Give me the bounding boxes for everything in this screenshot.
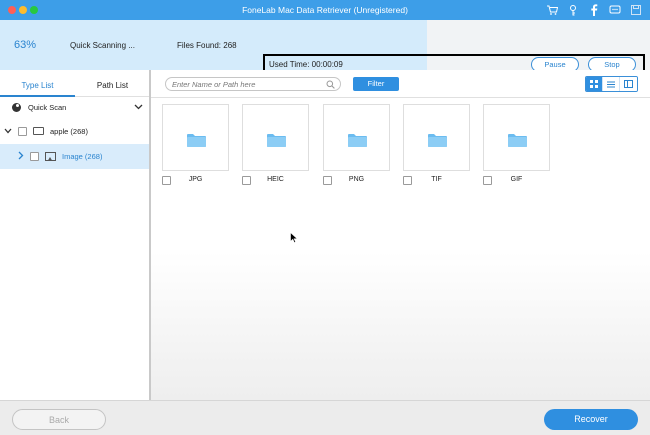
- folder-card-tif[interactable]: [403, 104, 470, 171]
- folder-card-heic[interactable]: [242, 104, 309, 171]
- image-checkbox[interactable]: [30, 152, 39, 161]
- folder-label-row: TIF: [403, 175, 470, 187]
- quick-scan-row[interactable]: Quick Scan: [0, 95, 149, 119]
- tab-path-list[interactable]: Path List: [75, 70, 150, 97]
- tab-type-list[interactable]: Type List: [0, 70, 75, 97]
- key-icon[interactable]: [567, 3, 579, 16]
- folder-label-row: GIF: [483, 175, 550, 187]
- list-view-icon[interactable]: [603, 77, 620, 91]
- scan-disc-icon: [12, 102, 21, 112]
- folder-card-gif[interactable]: [483, 104, 550, 171]
- tree-item-image[interactable]: Image (268): [0, 144, 149, 169]
- tree-item-label: apple (268): [50, 126, 88, 136]
- view-switcher: [585, 76, 638, 92]
- grid-view-icon[interactable]: [586, 77, 603, 91]
- folder-icon: [428, 134, 447, 147]
- folder-card-jpg[interactable]: [162, 104, 229, 171]
- folder-label: JPG: [188, 176, 203, 183]
- search-icon[interactable]: [326, 80, 335, 89]
- save-icon[interactable]: [630, 3, 642, 16]
- folder-icon: [508, 134, 527, 147]
- folder-icon: [187, 134, 206, 147]
- files-found-count: Files Found: 268: [177, 41, 237, 50]
- facebook-icon[interactable]: [588, 3, 600, 16]
- chat-icon[interactable]: [609, 3, 621, 16]
- recover-button[interactable]: Recover: [544, 409, 638, 430]
- sidebar-tabs: Type List Path List: [0, 70, 149, 97]
- folder-label: TIF: [431, 176, 442, 183]
- folder-card-png[interactable]: [323, 104, 390, 171]
- sidebar: Type List Path List Quick Scan apple (26…: [0, 70, 151, 400]
- drive-icon: [33, 127, 44, 135]
- mouse-cursor-icon: [290, 232, 298, 243]
- scan-status: Quick Scanning ...: [70, 41, 135, 50]
- folder-label: HEIC: [267, 176, 284, 183]
- image-icon: [45, 152, 56, 161]
- tree-item-label: Image (268): [62, 152, 103, 161]
- cart-icon[interactable]: [546, 3, 558, 16]
- folder-label-row: JPG: [162, 175, 229, 187]
- search-box: [165, 77, 341, 91]
- chevron-down-icon[interactable]: [4, 127, 12, 136]
- filter-button[interactable]: Filter: [353, 77, 399, 91]
- main-toolbar: Filter: [151, 70, 650, 98]
- main-pane: Filter JPG HEIC PNG: [151, 70, 650, 400]
- folder-label: GIF: [510, 176, 523, 183]
- title-bar: FoneLab Mac Data Retriever (Unregistered…: [0, 0, 650, 20]
- folder-label: PNG: [348, 176, 365, 183]
- search-input[interactable]: [172, 78, 322, 90]
- tree-item-apple[interactable]: apple (268): [0, 119, 149, 143]
- folder-icon: [267, 134, 286, 147]
- folder-label-row: HEIC: [242, 175, 309, 187]
- detail-view-icon[interactable]: [620, 77, 637, 91]
- chevron-down-icon[interactable]: [134, 102, 143, 113]
- footer-bar: Back Recover: [0, 400, 650, 435]
- apple-checkbox[interactable]: [18, 126, 27, 136]
- folder-label-row: PNG: [323, 175, 390, 187]
- scan-percent: 63%: [14, 39, 37, 51]
- used-time: Used Time: 00:00:09: [269, 60, 343, 69]
- chevron-right-icon[interactable]: [18, 151, 24, 162]
- quick-scan-label: Quick Scan: [28, 102, 67, 112]
- folder-icon: [348, 134, 367, 147]
- back-button[interactable]: Back: [12, 409, 106, 430]
- scan-progress-bar: 63% Quick Scanning ... Files Found: 268 …: [0, 20, 650, 79]
